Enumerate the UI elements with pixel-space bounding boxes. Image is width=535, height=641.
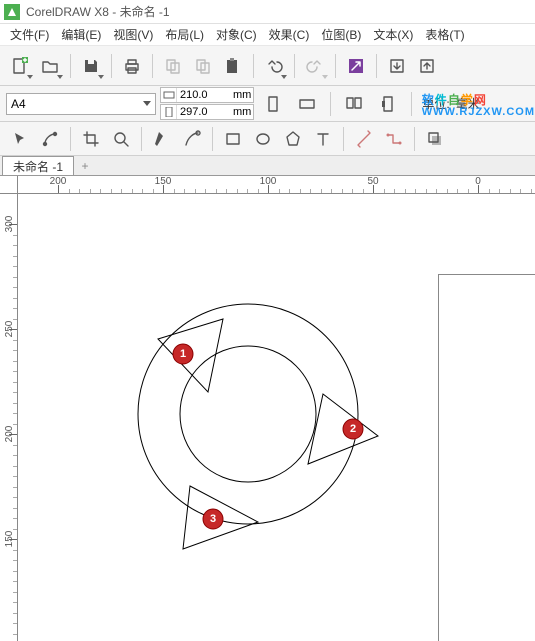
width-icon	[161, 88, 177, 102]
page-height-input[interactable]: 297.0 mm	[160, 104, 254, 120]
workspace: 200150100500 300250200150 1 2 3	[0, 176, 535, 641]
export-button[interactable]	[413, 52, 441, 80]
separator	[141, 127, 142, 151]
menu-view[interactable]: 视图(V)	[107, 24, 159, 45]
marker-2: 2	[343, 419, 363, 439]
drawing-content[interactable]: 1 2 3	[98, 264, 418, 584]
portrait-button[interactable]	[258, 91, 288, 117]
page-boundary	[438, 274, 535, 641]
separator	[70, 127, 71, 151]
copy-button	[189, 52, 217, 80]
height-icon	[161, 105, 177, 119]
drawing-canvas[interactable]: 1 2 3	[18, 194, 535, 641]
horizontal-ruler[interactable]: 200150100500	[18, 176, 535, 194]
menu-bar: 文件(F) 编辑(E) 视图(V) 布局(L) 对象(C) 效果(C) 位图(B…	[0, 24, 535, 46]
page-dimensions: 210.0 mm 297.0 mm	[160, 87, 254, 120]
doc-tab-active[interactable]: 未命名 -1	[2, 156, 74, 175]
menu-edit[interactable]: 编辑(E)	[55, 24, 107, 45]
connector-tool[interactable]	[380, 125, 408, 153]
separator	[414, 127, 415, 151]
rectangle-tool[interactable]	[219, 125, 247, 153]
marker-3: 3	[203, 509, 223, 529]
title-bar: CorelDRAW X8 - 未命名 -1	[0, 0, 535, 24]
svg-text:2: 2	[350, 423, 356, 435]
svg-text:1: 1	[180, 348, 186, 360]
separator	[376, 54, 377, 78]
pick-tool[interactable]	[6, 125, 34, 153]
freehand-tool[interactable]	[148, 125, 176, 153]
menu-layout[interactable]: 布局(L)	[159, 24, 210, 45]
separator	[294, 54, 295, 78]
page-width-value: 210.0	[177, 89, 233, 101]
ruler-origin[interactable]	[0, 176, 18, 194]
crop-tool[interactable]	[77, 125, 105, 153]
separator	[253, 54, 254, 78]
width-unit: mm	[233, 89, 253, 101]
all-pages-button[interactable]	[339, 91, 369, 117]
marker-1: 1	[173, 344, 193, 364]
property-bar: A4 210.0 mm 297.0 mm 单位: 毫米 软件自学网 WWW.RJ…	[0, 86, 535, 122]
shape-tool[interactable]	[36, 125, 64, 153]
separator	[111, 54, 112, 78]
svg-text:3: 3	[210, 513, 216, 525]
separator	[70, 54, 71, 78]
separator	[212, 127, 213, 151]
search-button[interactable]	[342, 52, 370, 80]
watermark: 软件自学网 WWW.RJZXW.COM	[422, 84, 535, 118]
artistic-media-tool[interactable]	[178, 125, 206, 153]
separator	[330, 92, 331, 116]
menu-bitmap[interactable]: 位图(B)	[315, 24, 367, 45]
undo-button[interactable]	[260, 52, 288, 80]
ellipse-tool[interactable]	[249, 125, 277, 153]
paper-size-value: A4	[11, 97, 26, 111]
add-tab-button[interactable]: +	[76, 157, 94, 175]
landscape-button[interactable]	[292, 91, 322, 117]
separator	[152, 54, 153, 78]
open-button[interactable]	[36, 52, 64, 80]
zoom-tool[interactable]	[107, 125, 135, 153]
cut-button	[159, 52, 187, 80]
redo-button	[301, 52, 329, 80]
text-tool[interactable]	[309, 125, 337, 153]
page-width-input[interactable]: 210.0 mm	[160, 87, 254, 103]
vertical-ruler[interactable]: 300250200150	[0, 194, 18, 641]
standard-toolbar	[0, 46, 535, 86]
menu-text[interactable]: 文本(X)	[367, 24, 419, 45]
menu-object[interactable]: 对象(C)	[210, 24, 263, 45]
height-unit: mm	[233, 106, 253, 118]
new-button[interactable]	[6, 52, 34, 80]
menu-effects[interactable]: 效果(C)	[263, 24, 316, 45]
paper-size-combo[interactable]: A4	[6, 93, 156, 115]
toolbox	[0, 122, 535, 156]
app-icon	[4, 4, 20, 20]
window-title: CorelDRAW X8 - 未命名 -1	[26, 3, 170, 20]
parallel-dim-tool[interactable]	[350, 125, 378, 153]
save-button[interactable]	[77, 52, 105, 80]
paste-button[interactable]	[219, 52, 247, 80]
drop-shadow-tool[interactable]	[421, 125, 449, 153]
document-tabs: 未命名 -1 +	[0, 156, 535, 176]
current-page-button[interactable]	[373, 91, 403, 117]
separator	[343, 127, 344, 151]
import-button[interactable]	[383, 52, 411, 80]
menu-table[interactable]: 表格(T)	[419, 24, 470, 45]
page-height-value: 297.0	[177, 106, 233, 118]
separator	[411, 92, 412, 116]
print-button[interactable]	[118, 52, 146, 80]
polygon-tool[interactable]	[279, 125, 307, 153]
separator	[335, 54, 336, 78]
menu-file[interactable]: 文件(F)	[4, 24, 55, 45]
